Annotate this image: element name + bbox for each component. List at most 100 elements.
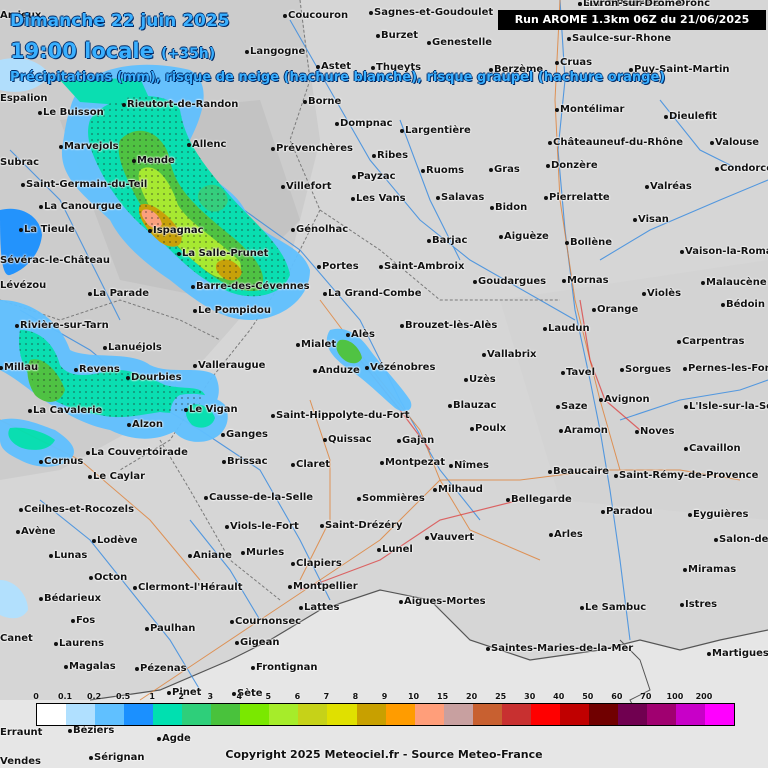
town-marker bbox=[642, 292, 646, 296]
town-marker bbox=[357, 497, 361, 501]
town-label: La Couvertoirade bbox=[91, 447, 188, 458]
town-marker bbox=[296, 343, 300, 347]
town-label: Le Pompidou bbox=[198, 305, 271, 316]
weather-map: Sagnes-et-Goudoulet Coucouron Burzet Genest… bbox=[0, 0, 768, 768]
town-marker bbox=[241, 551, 245, 555]
legend-swatch bbox=[37, 704, 67, 725]
legend-swatch bbox=[588, 704, 618, 725]
town-marker bbox=[132, 159, 136, 163]
town-label: Poulx bbox=[475, 423, 507, 434]
town-marker bbox=[556, 405, 560, 409]
town-marker bbox=[230, 620, 234, 624]
town-marker bbox=[379, 265, 383, 269]
town-label: Ceilhes-et-Rocozels bbox=[24, 504, 135, 515]
town-label: L'Isle-sur-la-Sorgue bbox=[689, 401, 768, 412]
town-label: Les Vans bbox=[356, 193, 406, 204]
town-label: Cruas bbox=[560, 57, 593, 68]
legend-swatch bbox=[95, 704, 125, 725]
town-marker bbox=[133, 586, 137, 590]
town-marker bbox=[449, 464, 453, 468]
town-marker bbox=[701, 281, 705, 285]
town-marker bbox=[39, 205, 43, 209]
town-label: La Cavalerie bbox=[33, 405, 103, 416]
town-marker bbox=[710, 141, 714, 145]
town-marker bbox=[88, 475, 92, 479]
town-label: Nîmes bbox=[454, 460, 489, 471]
town-label: Genestelle bbox=[432, 37, 493, 48]
town-label: Beaucaire bbox=[553, 466, 610, 477]
town-marker bbox=[543, 327, 547, 331]
town-marker bbox=[49, 554, 53, 558]
legend-tick-label: 8 bbox=[352, 692, 359, 701]
town-label: Milhaud bbox=[438, 484, 483, 495]
town-label: Anduze bbox=[318, 365, 360, 376]
town-marker bbox=[562, 279, 566, 283]
time-offset: (+35h) bbox=[161, 46, 216, 62]
town-label: Le Buisson bbox=[43, 107, 104, 118]
town-marker bbox=[71, 619, 75, 623]
legend-tick-label: 70 bbox=[640, 692, 652, 701]
town-label: Borne bbox=[308, 96, 342, 107]
town-marker bbox=[546, 164, 550, 168]
town-marker bbox=[291, 562, 295, 566]
town-marker bbox=[567, 37, 571, 41]
town-label: Quissac bbox=[328, 434, 372, 445]
copyright-notice: Copyright 2025 Meteociel.fr - Source Met… bbox=[225, 748, 543, 761]
town-marker bbox=[561, 371, 565, 375]
legend-swatch bbox=[617, 704, 647, 725]
date-title: Dimanche 22 juin 2025 bbox=[10, 11, 230, 31]
town-label: Vézénobres bbox=[370, 362, 436, 373]
town-marker bbox=[578, 2, 582, 6]
town-marker bbox=[28, 409, 32, 413]
town-marker bbox=[38, 111, 42, 115]
town-label: Mialet bbox=[301, 339, 337, 350]
town-marker bbox=[680, 603, 684, 607]
town-marker bbox=[721, 303, 725, 307]
town-label: Bédoin bbox=[726, 299, 765, 310]
town-marker bbox=[188, 554, 192, 558]
town-label: La Canourgue bbox=[44, 201, 122, 212]
town-marker bbox=[592, 308, 596, 312]
town-marker bbox=[464, 378, 468, 382]
town-label: Montpellier bbox=[293, 581, 358, 592]
town-marker bbox=[64, 665, 68, 669]
town-marker bbox=[335, 122, 339, 126]
town-label: Lunas bbox=[54, 550, 88, 561]
town-label: Aniane bbox=[193, 550, 232, 561]
legend-swatch bbox=[298, 704, 328, 725]
town-marker bbox=[555, 61, 559, 65]
town-marker bbox=[544, 196, 548, 200]
town-label: Saintes-Maries-de-la-Mer bbox=[491, 643, 634, 654]
legend-swatch bbox=[153, 704, 183, 725]
precipitation-color-scale bbox=[36, 703, 735, 726]
town-marker bbox=[433, 488, 437, 492]
town-label: Ruoms bbox=[426, 165, 465, 176]
town-marker bbox=[633, 218, 637, 222]
legend-swatch bbox=[414, 704, 444, 725]
town-marker bbox=[427, 41, 431, 45]
town-label: Le Sambuc bbox=[585, 602, 647, 613]
town-label: Eyguières bbox=[693, 509, 749, 520]
legend-swatch bbox=[211, 704, 241, 725]
town-label: Aigues-Mortes bbox=[404, 596, 486, 607]
town-marker bbox=[400, 129, 404, 133]
town-label: Rieutort-de-Randon bbox=[127, 99, 239, 110]
legend-swatch bbox=[182, 704, 212, 725]
town-label: Le Caylar bbox=[93, 471, 146, 482]
town-label: Vaison-la-Romaine bbox=[685, 246, 768, 257]
town-marker bbox=[193, 364, 197, 368]
town-label: Le Vigan bbox=[189, 404, 238, 415]
town-marker bbox=[714, 538, 718, 542]
town-marker bbox=[399, 600, 403, 604]
town-marker bbox=[559, 429, 563, 433]
town-label: Burzet bbox=[381, 30, 419, 41]
town-label: Salavas bbox=[441, 192, 485, 203]
legend-tick-label: 0.1 bbox=[57, 692, 73, 701]
town-marker bbox=[614, 474, 618, 478]
town-marker bbox=[683, 367, 687, 371]
town-label: Prévenchères bbox=[276, 143, 353, 154]
town-label: Ribes bbox=[377, 150, 409, 161]
town-label: Octon bbox=[94, 572, 128, 583]
town-marker bbox=[16, 530, 20, 534]
town-label: Coucouron bbox=[288, 10, 349, 21]
